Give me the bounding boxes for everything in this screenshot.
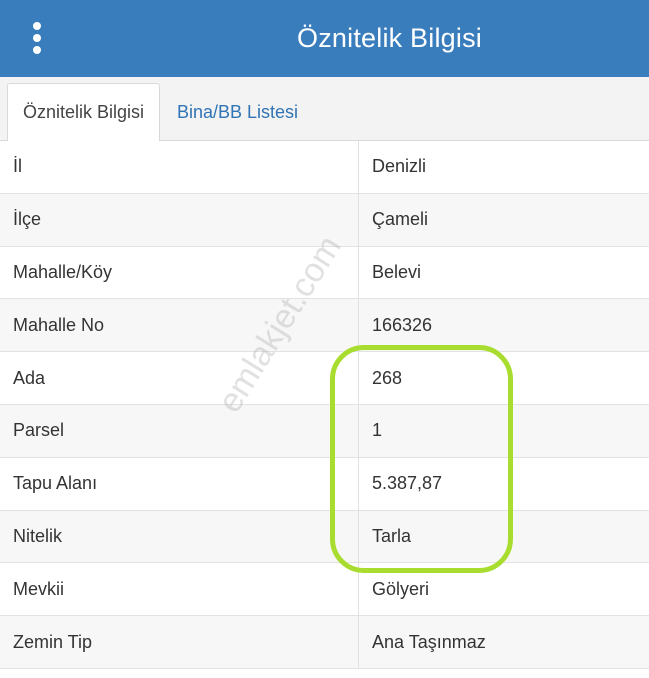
row-key: İl xyxy=(13,156,22,177)
column-divider xyxy=(358,510,359,563)
row-key: Tapu Alanı xyxy=(13,473,98,494)
table-row: İl Denizli xyxy=(0,141,649,194)
menu-dot xyxy=(33,46,41,54)
tab-oznitelik-bilgisi[interactable]: Öznitelik Bilgisi xyxy=(7,83,160,142)
column-divider xyxy=(358,457,359,510)
tab-bina-bb-listesi[interactable]: Bina/BB Listesi xyxy=(177,83,298,142)
row-key: Mevkii xyxy=(13,578,65,599)
row-value: Çameli xyxy=(372,209,429,230)
table-row: Parsel 1 xyxy=(0,404,649,458)
table-row: Tapu Alanı 5.387,87 xyxy=(0,457,649,511)
table-row: İlçe Çameli xyxy=(0,193,649,247)
menu-dot xyxy=(33,22,41,30)
row-value: Belevi xyxy=(372,261,422,282)
row-key: Mahalle No xyxy=(13,314,105,335)
row-value: Denizli xyxy=(372,156,427,177)
tab-bar: Öznitelik Bilgisi Bina/BB Listesi xyxy=(0,77,649,142)
row-key: Mahalle/Köy xyxy=(13,261,113,282)
table-row: Mahalle No 166326 xyxy=(0,299,649,353)
table-row: Mahalle/Köy Belevi xyxy=(0,246,649,300)
row-value: Ana Taşınmaz xyxy=(372,631,486,652)
row-value: 1 xyxy=(372,420,383,441)
row-value: 5.387,87 xyxy=(372,473,443,494)
table-row: Nitelik Tarla xyxy=(0,510,649,564)
top-bar: Öznitelik Bilgisi xyxy=(0,0,649,77)
column-divider xyxy=(358,352,359,404)
column-divider xyxy=(358,141,359,193)
row-key: Zemin Tip xyxy=(13,631,93,652)
column-divider xyxy=(358,299,359,352)
row-key: Parsel xyxy=(13,420,65,441)
table-row: Zemin Tip Ana Taşınmaz xyxy=(0,616,649,669)
page-title: Öznitelik Bilgisi xyxy=(297,23,482,53)
column-divider xyxy=(358,404,359,457)
row-key: Ada xyxy=(13,367,46,388)
column-divider xyxy=(358,246,359,299)
attribute-table: İl Denizli İlçe Çameli Mahalle/Köy Belev… xyxy=(0,141,649,669)
row-value: Gölyeri xyxy=(372,578,430,599)
table-row: Mevkii Gölyeri xyxy=(0,563,649,617)
row-value: 166326 xyxy=(372,314,433,335)
row-key: Nitelik xyxy=(13,525,63,546)
row-value: 268 xyxy=(372,367,403,388)
row-key: İlçe xyxy=(13,209,42,230)
row-value: Tarla xyxy=(372,525,412,546)
column-divider xyxy=(358,616,359,668)
menu-dot xyxy=(33,34,41,42)
column-divider xyxy=(358,563,359,616)
column-divider xyxy=(358,193,359,246)
table-row: Ada 268 xyxy=(0,352,649,405)
more-vertical-icon[interactable] xyxy=(24,20,50,56)
